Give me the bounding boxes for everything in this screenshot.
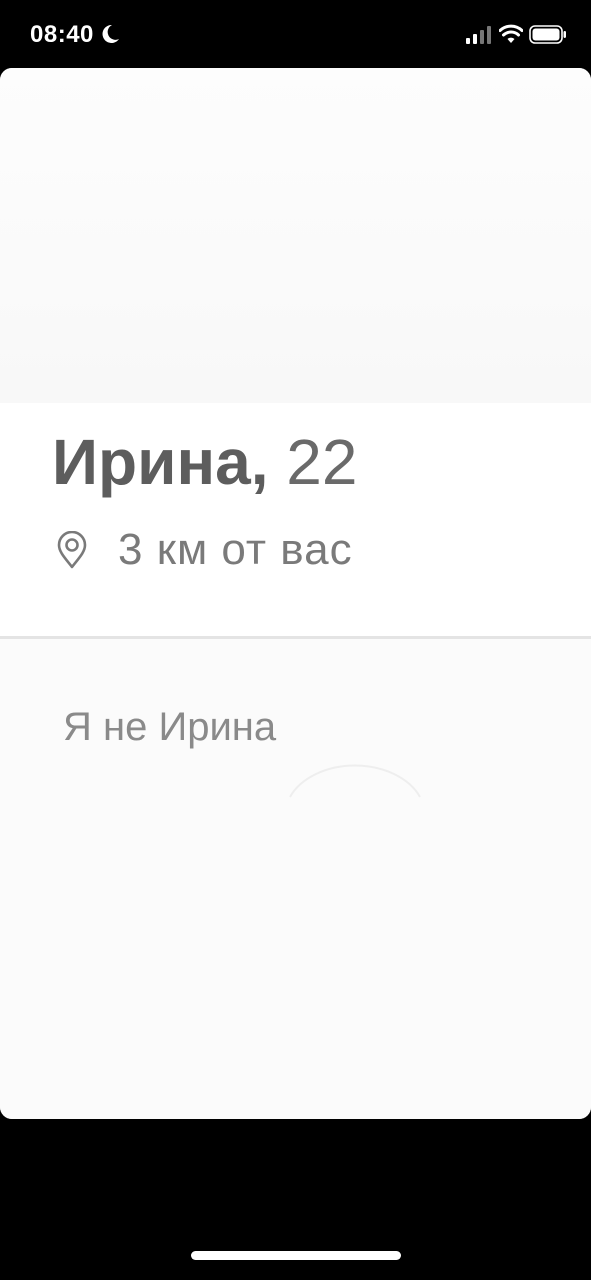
battery-icon — [529, 25, 566, 44]
phone-screen: 08:40 Ирина, 22 3 км от вас Я не Ирина — [0, 0, 591, 1280]
distance-text: 3 км от вас — [118, 525, 353, 574]
status-bar: 08:40 — [0, 0, 591, 68]
profile-card[interactable]: Ирина, 22 3 км от вас Я не Ирина — [0, 68, 591, 1119]
wifi-icon — [499, 24, 523, 43]
signal-icon — [466, 26, 491, 44]
bio-text: Я не Ирина — [63, 705, 277, 749]
profile-name: Ирина, — [52, 426, 269, 498]
status-time: 08:40 — [30, 21, 94, 48]
bio-section: Я не Ирина — [0, 639, 591, 1119]
profile-photo-area[interactable] — [0, 68, 591, 403]
profile-name-age: Ирина, 22 — [52, 425, 357, 499]
profile-info: Ирина, 22 3 км от вас — [0, 403, 591, 638]
profile-age: 22 — [286, 426, 358, 498]
moon-icon — [102, 24, 119, 43]
location-pin-icon — [57, 531, 87, 569]
decorative-arc — [289, 764, 421, 798]
home-indicator[interactable] — [191, 1251, 401, 1260]
